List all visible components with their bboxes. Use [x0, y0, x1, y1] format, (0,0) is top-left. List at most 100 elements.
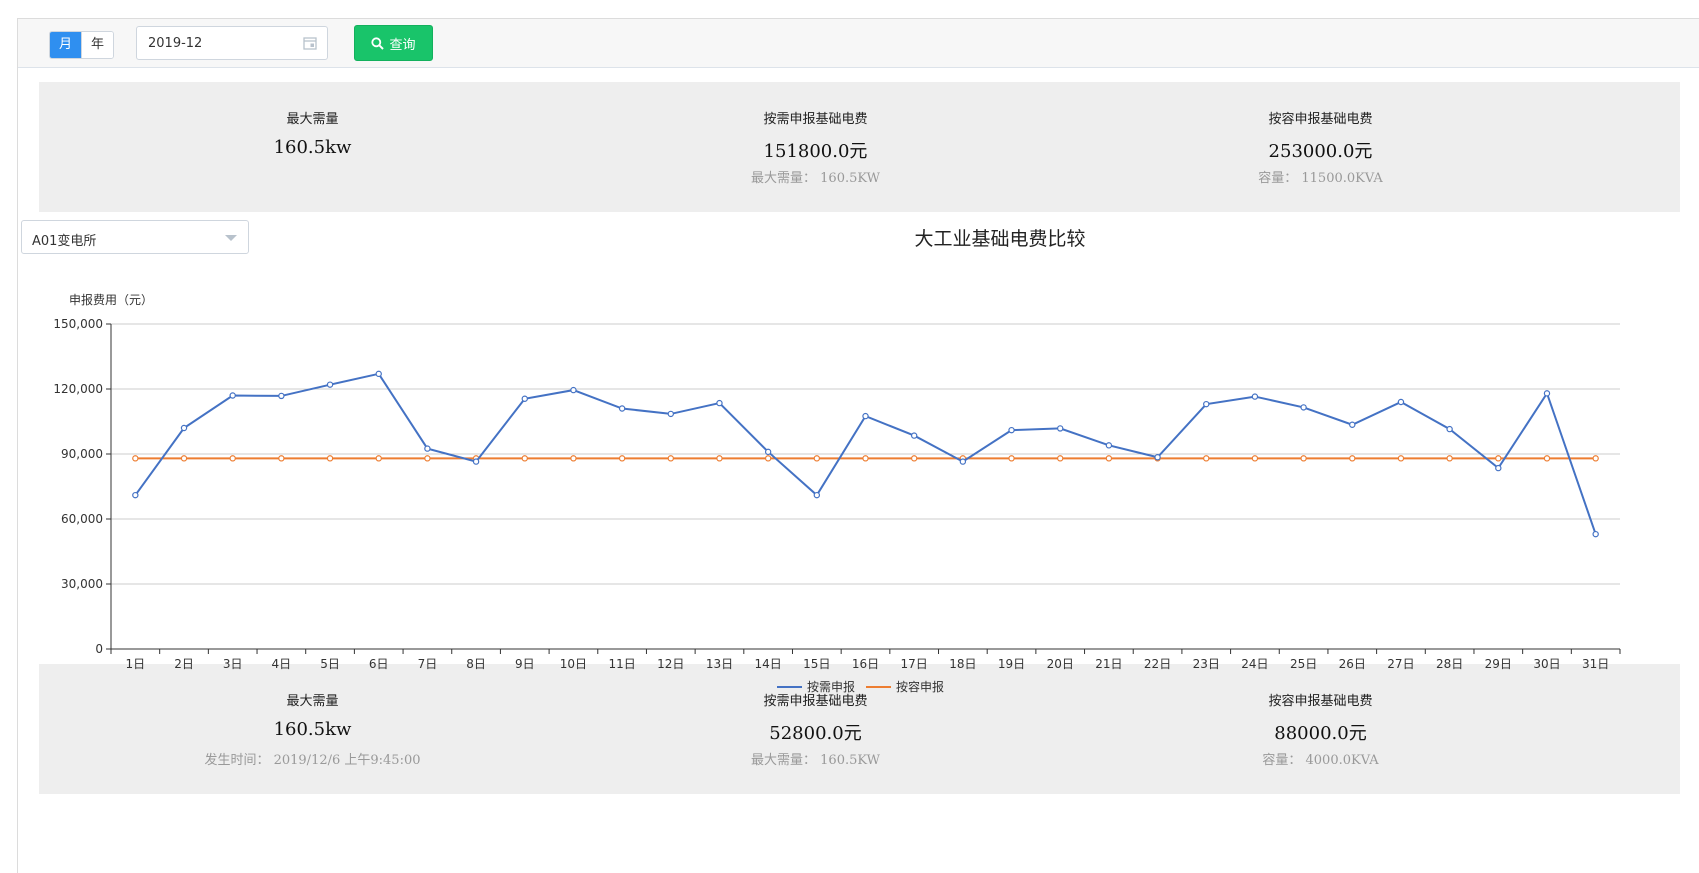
data-point — [1251, 393, 1259, 400]
data-point — [1592, 530, 1599, 538]
data-point — [1154, 454, 1161, 461]
x-tick-label: 24日 — [1241, 657, 1268, 671]
data-point — [570, 455, 577, 462]
data-point — [132, 455, 139, 462]
data-point — [424, 445, 431, 452]
data-point — [1349, 455, 1356, 462]
data-point — [764, 448, 772, 456]
data-point — [1008, 426, 1015, 434]
x-tick-label: 2日 — [174, 657, 194, 671]
x-tick-label: 7日 — [418, 657, 438, 671]
x-tick-label: 23日 — [1193, 657, 1220, 671]
data-point — [326, 455, 334, 462]
x-tick-label: 19日 — [998, 657, 1025, 671]
data-point — [716, 399, 723, 407]
data-point — [180, 424, 188, 432]
y-tick-label: 60,000 — [61, 512, 103, 526]
data-point — [1057, 425, 1064, 432]
data-point — [1592, 455, 1599, 462]
data-point — [1300, 404, 1307, 411]
data-point — [521, 455, 528, 462]
data-point — [1349, 421, 1356, 428]
data-point — [667, 455, 674, 462]
data-point — [1495, 464, 1502, 472]
x-tick-label: 11日 — [608, 657, 635, 671]
data-point — [472, 458, 480, 465]
data-point — [1543, 455, 1551, 462]
data-point — [1057, 455, 1064, 462]
data-point — [716, 455, 723, 462]
data-point — [1105, 455, 1113, 462]
data-point — [862, 455, 869, 462]
data-point — [813, 455, 821, 462]
x-tick-label: 5日 — [320, 657, 340, 671]
x-tick-label: 22日 — [1144, 657, 1171, 671]
x-tick-label: 25日 — [1290, 657, 1317, 671]
legend-label-1: 按容申报 — [896, 679, 944, 694]
data-point — [910, 432, 918, 439]
data-point — [521, 395, 528, 402]
data-point — [1495, 455, 1502, 462]
x-tick-label: 21日 — [1095, 657, 1122, 671]
x-tick-label: 29日 — [1485, 657, 1512, 671]
x-tick-label: 27日 — [1387, 657, 1414, 671]
x-tick-label: 10日 — [560, 657, 587, 671]
data-point — [229, 455, 236, 462]
x-tick-label: 18日 — [949, 657, 976, 671]
data-point — [1251, 455, 1259, 462]
data-point — [1446, 455, 1453, 462]
data-point — [326, 381, 334, 388]
data-point — [1203, 400, 1210, 408]
x-tick-label: 8日 — [466, 657, 486, 671]
data-point — [959, 458, 967, 465]
data-point — [375, 370, 382, 378]
data-point — [570, 386, 577, 394]
data-point — [862, 412, 869, 420]
x-tick-label: 13日 — [706, 657, 733, 671]
x-tick-label: 17日 — [901, 657, 928, 671]
x-tick-label: 12日 — [657, 657, 684, 671]
y-tick-label: 120,000 — [53, 382, 103, 396]
data-point — [813, 491, 821, 499]
x-tick-label: 9日 — [515, 657, 535, 671]
data-point — [132, 491, 139, 499]
y-tick-label: 90,000 — [61, 447, 103, 461]
data-point — [1543, 390, 1551, 397]
data-point — [1397, 398, 1405, 406]
x-tick-label: 3日 — [223, 657, 243, 671]
y-tick-label: 150,000 — [53, 317, 103, 331]
data-point — [278, 392, 285, 400]
x-tick-label: 28日 — [1436, 657, 1463, 671]
data-point — [1105, 442, 1113, 449]
data-point — [180, 455, 188, 462]
data-point — [229, 392, 236, 399]
data-point — [1008, 455, 1015, 462]
data-point — [1446, 425, 1453, 433]
x-tick-label: 15日 — [803, 657, 830, 671]
data-point — [764, 455, 772, 462]
y-tick-label: 0 — [95, 642, 103, 656]
data-point — [1300, 455, 1307, 462]
x-tick-label: 16日 — [852, 657, 879, 671]
data-point — [618, 455, 626, 462]
x-tick-label: 20日 — [1047, 657, 1074, 671]
x-tick-label: 26日 — [1339, 657, 1366, 671]
y-axis-label: 申报费用（元） — [69, 292, 153, 307]
data-point — [667, 410, 674, 418]
x-tick-label: 6日 — [369, 657, 389, 671]
data-point — [1203, 455, 1210, 462]
data-point — [424, 455, 431, 462]
x-tick-label: 31日 — [1582, 657, 1609, 671]
x-tick-label: 30日 — [1533, 657, 1560, 671]
data-point — [618, 405, 626, 412]
y-tick-label: 30,000 — [61, 577, 103, 591]
data-point — [278, 455, 285, 462]
legend-label-0: 按需申报 — [807, 679, 855, 694]
x-tick-label: 4日 — [272, 657, 292, 671]
data-point — [1397, 455, 1405, 462]
line-chart: 申报费用（元） 0 30,000 60,000 90,000 120,000 150,000… — [53, 292, 1621, 694]
x-tick-label: 1日 — [126, 657, 146, 671]
data-point — [375, 455, 382, 462]
x-tick-label: 14日 — [755, 657, 782, 671]
data-point — [910, 455, 918, 462]
